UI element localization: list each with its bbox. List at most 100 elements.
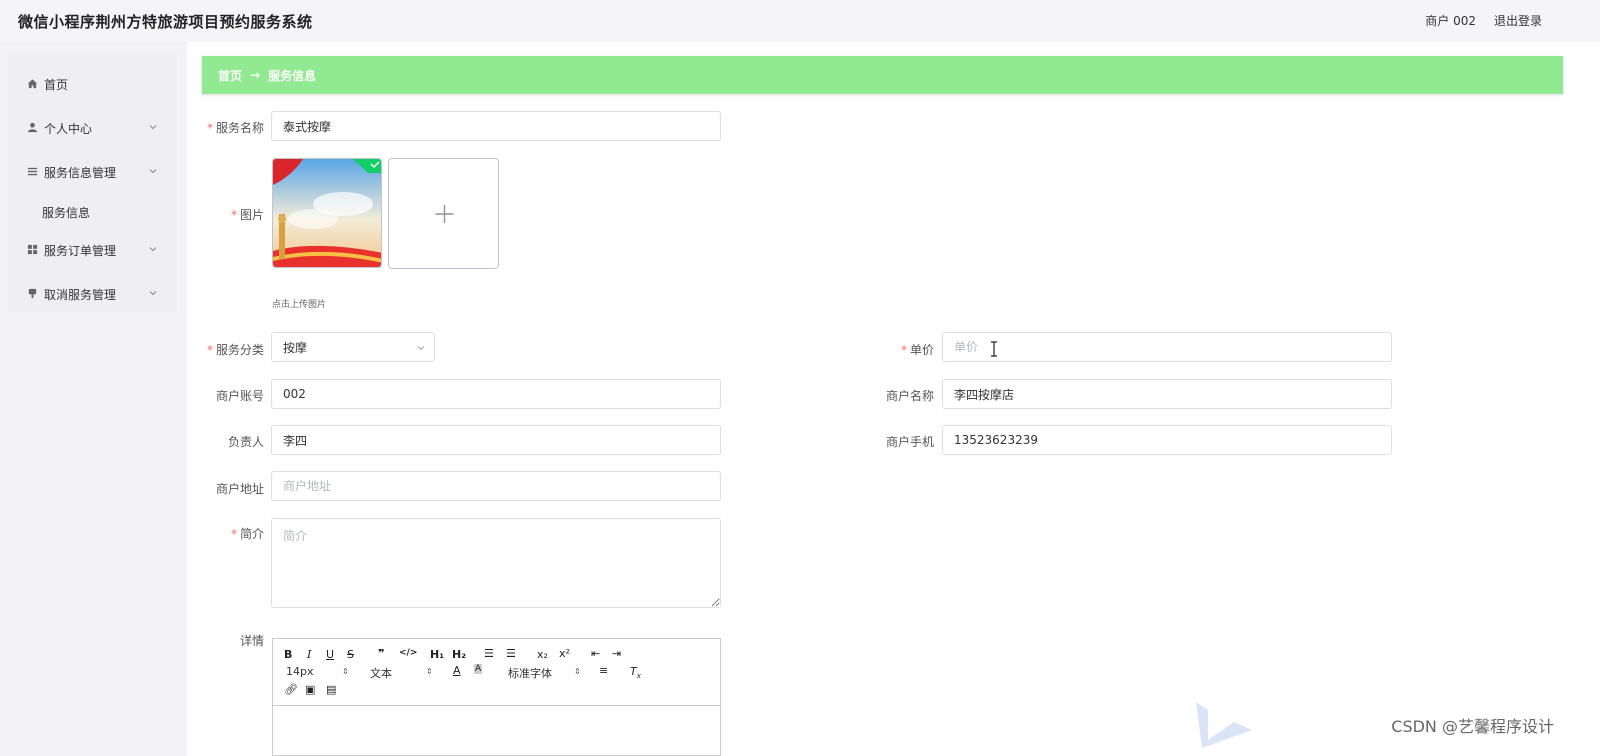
merchant-account-label: 商户账号 [215,389,264,403]
image-upload-button[interactable] [388,158,499,269]
block-type-select[interactable]: 文本 ⇕ [370,665,433,681]
sidebar-item-service-info[interactable]: 服务信息管理 [8,160,177,184]
chevron-down-icon [417,346,425,351]
label-text: 服务分类 [215,343,264,357]
required-mark: * [206,121,213,135]
sidebar-item-label: 取消服务管理 [44,288,117,302]
clear-format-icon[interactable]: Tx [630,665,641,680]
label-text: 服务名称 [215,121,264,135]
superscript-icon[interactable]: x² [559,647,570,660]
breadcrumb: 首页 → 服务信息 [202,56,1563,94]
watermark: CSDN @艺馨程序设计 [1391,717,1554,736]
image-icon[interactable]: ▣ [305,683,315,696]
category-label: * 服务分类 [200,341,264,358]
label-text: 单价 [909,343,934,357]
chevron-down-icon [149,169,157,174]
font-family-select[interactable]: 标准字体 ⇕ [508,665,581,681]
sidebar: 首页 个人中心 服务信息管理 服务信息 服务订单管理 取消服务管理 [0,42,187,756]
merchant-address-input[interactable] [271,471,721,501]
home-icon [27,79,38,89]
indent-icon[interactable]: ⇥ [612,647,621,660]
heading-1-icon[interactable]: H₁ [430,648,444,661]
category-value: 按摩 [283,340,308,355]
category-select[interactable]: 按摩 [271,332,435,362]
breadcrumb-home-link[interactable]: 首页 [218,67,242,84]
sidebar-item-label: 服务订单管理 [44,244,117,258]
font-size-value: 14px [286,665,314,678]
user-icon [27,122,38,133]
required-mark: * [230,527,237,541]
outdent-icon[interactable]: ⇤ [591,647,600,660]
ordered-list-icon[interactable]: ☰ [484,647,494,660]
align-icon[interactable]: ≡ [599,664,608,677]
sidebar-item-label: 个人中心 [44,122,93,136]
app-title: 微信小程序荆州方特旅游项目预约服务系统 [18,13,313,31]
merchant-address-label: 商户地址 [215,482,264,496]
required-mark: * [206,343,213,357]
bullet-list-icon[interactable]: ☰ [506,647,516,660]
subscript-icon[interactable]: x₂ [537,648,548,661]
service-name-input[interactable] [271,111,721,141]
intro-textarea[interactable] [271,518,721,608]
editor-content[interactable] [273,707,720,755]
top-right-links: 商户 002 退出登录 [1425,12,1542,29]
text-cursor-icon [991,341,997,357]
editor-toolbar: B I U S ❞ </> H₁ H₂ ☰ ☰ x₂ x² ⇤ ⇥ 14px ⇕… [273,639,720,706]
required-mark: * [900,343,907,357]
price-label: * 单价 [870,341,934,358]
required-mark: * [230,208,237,222]
sidebar-item-label: 服务信息管理 [44,166,117,180]
sidebar-item-profile[interactable]: 个人中心 [8,116,177,140]
chevron-down-icon [149,291,157,296]
image-label: * 图片 [200,206,264,223]
sidebar-item-home[interactable]: 首页 [8,72,177,96]
decorative-logo-icon [1196,702,1252,748]
service-name-label: * 服务名称 [200,119,264,136]
merchant-name-label: 商户名称 [885,389,934,403]
merchant-name-input[interactable] [942,379,1392,409]
pin-icon [28,288,37,299]
italic-icon[interactable]: I [307,648,311,661]
owner-label: 负责人 [227,435,264,449]
breadcrumb-separator: → [250,68,261,82]
merchant-account-input[interactable] [271,379,721,409]
font-family-value: 标准字体 [508,667,552,680]
block-type-value: 文本 [370,667,392,680]
select-arrows-icon: ⇕ [342,667,349,676]
side-menu: 首页 个人中心 服务信息管理 服务信息 服务订单管理 取消服务管理 [8,52,177,312]
font-size-select[interactable]: 14px ⇕ [286,665,349,678]
merchant-phone-input[interactable] [942,425,1392,455]
uploaded-image-thumbnail[interactable] [272,158,382,268]
intro-label: * 简介 [200,525,264,542]
sidebar-item-cancel[interactable]: 取消服务管理 [8,282,177,306]
price-input[interactable] [942,332,1392,362]
breadcrumb-current: 服务信息 [268,68,317,83]
rich-text-editor: B I U S ❞ </> H₁ H₂ ☰ ☰ x₂ x² ⇤ ⇥ 14px ⇕… [272,638,721,756]
chevron-down-icon [149,125,157,130]
sidebar-subitem-service-info[interactable]: 服务信息 [42,204,90,221]
upload-hint: 点击上传图片 [272,300,327,310]
chevron-down-icon [149,247,157,252]
sidebar-item-label: 首页 [44,78,69,92]
sidebar-item-orders[interactable]: 服务订单管理 [8,238,177,262]
code-block-icon[interactable]: </> [399,648,417,658]
user-label[interactable]: 商户 002 [1425,12,1476,29]
strikethrough-icon[interactable]: S [347,648,354,661]
select-arrows-icon: ⇕ [574,667,581,676]
label-text: 简介 [239,527,264,541]
top-bar: 微信小程序荆州方特旅游项目预约服务系统 商户 002 退出登录 [0,0,1600,42]
underline-icon[interactable]: U [326,648,334,661]
link-icon[interactable]: 🔗︎ [284,683,298,696]
video-icon[interactable]: ▤ [326,683,336,696]
details-label: 详情 [239,634,264,648]
list-icon [27,167,38,176]
merchant-phone-label: 商户手机 [885,435,934,449]
logout-button[interactable]: 退出登录 [1494,12,1542,29]
font-color-icon[interactable]: A [453,664,461,677]
bold-icon[interactable]: B [284,648,292,661]
background-color-icon[interactable]: A [474,664,483,674]
uploaded-image [273,159,381,267]
owner-input[interactable] [271,425,721,455]
blockquote-icon[interactable]: ❞ [378,647,384,660]
heading-2-icon[interactable]: H₂ [452,648,466,661]
